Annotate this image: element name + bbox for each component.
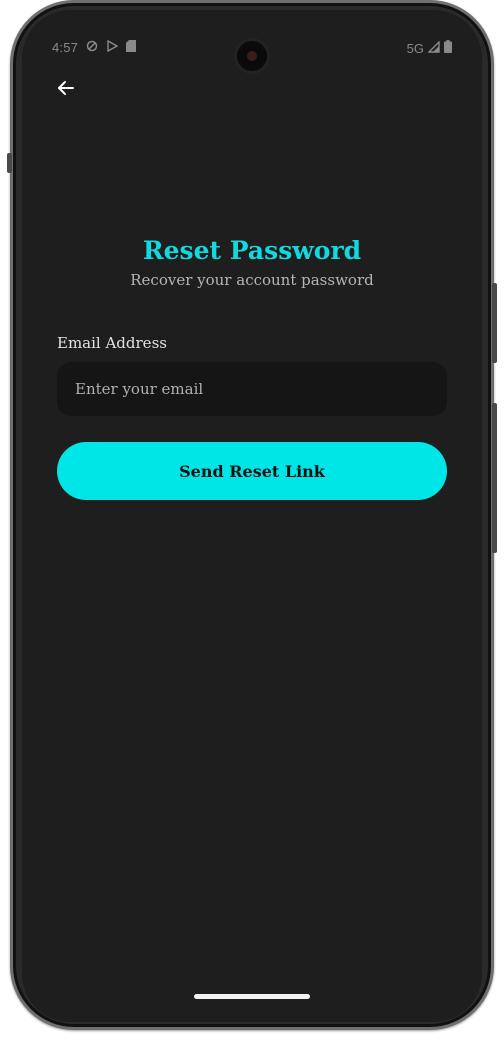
email-label: Email Address (57, 334, 167, 352)
app-screen: 4:57 5G Reset Password Recover your acco… (22, 10, 482, 1022)
sd-card-icon (126, 40, 136, 55)
back-button[interactable] (50, 74, 82, 106)
status-icons-left (86, 39, 136, 55)
home-indicator[interactable] (194, 994, 310, 999)
page-subtitle: Recover your account password (130, 271, 374, 289)
status-time: 4:57 (52, 40, 79, 55)
play-store-icon (106, 39, 119, 55)
arrow-left-icon (56, 78, 76, 102)
power-button (492, 283, 497, 363)
status-bar: 4:57 5G (22, 10, 482, 74)
network-type: 5G (406, 40, 424, 56)
status-icons-right: 5G (406, 39, 452, 56)
email-input[interactable] (57, 362, 447, 416)
battery-icon (444, 40, 452, 56)
signal-icon (427, 39, 440, 56)
page-title: Reset Password (142, 236, 362, 265)
volume-button (492, 403, 497, 553)
send-reset-link-button[interactable]: Send Reset Link (57, 442, 447, 500)
vpn-shield-icon (86, 40, 98, 55)
side-rail-left (7, 153, 12, 173)
camera-icon (234, 38, 270, 74)
